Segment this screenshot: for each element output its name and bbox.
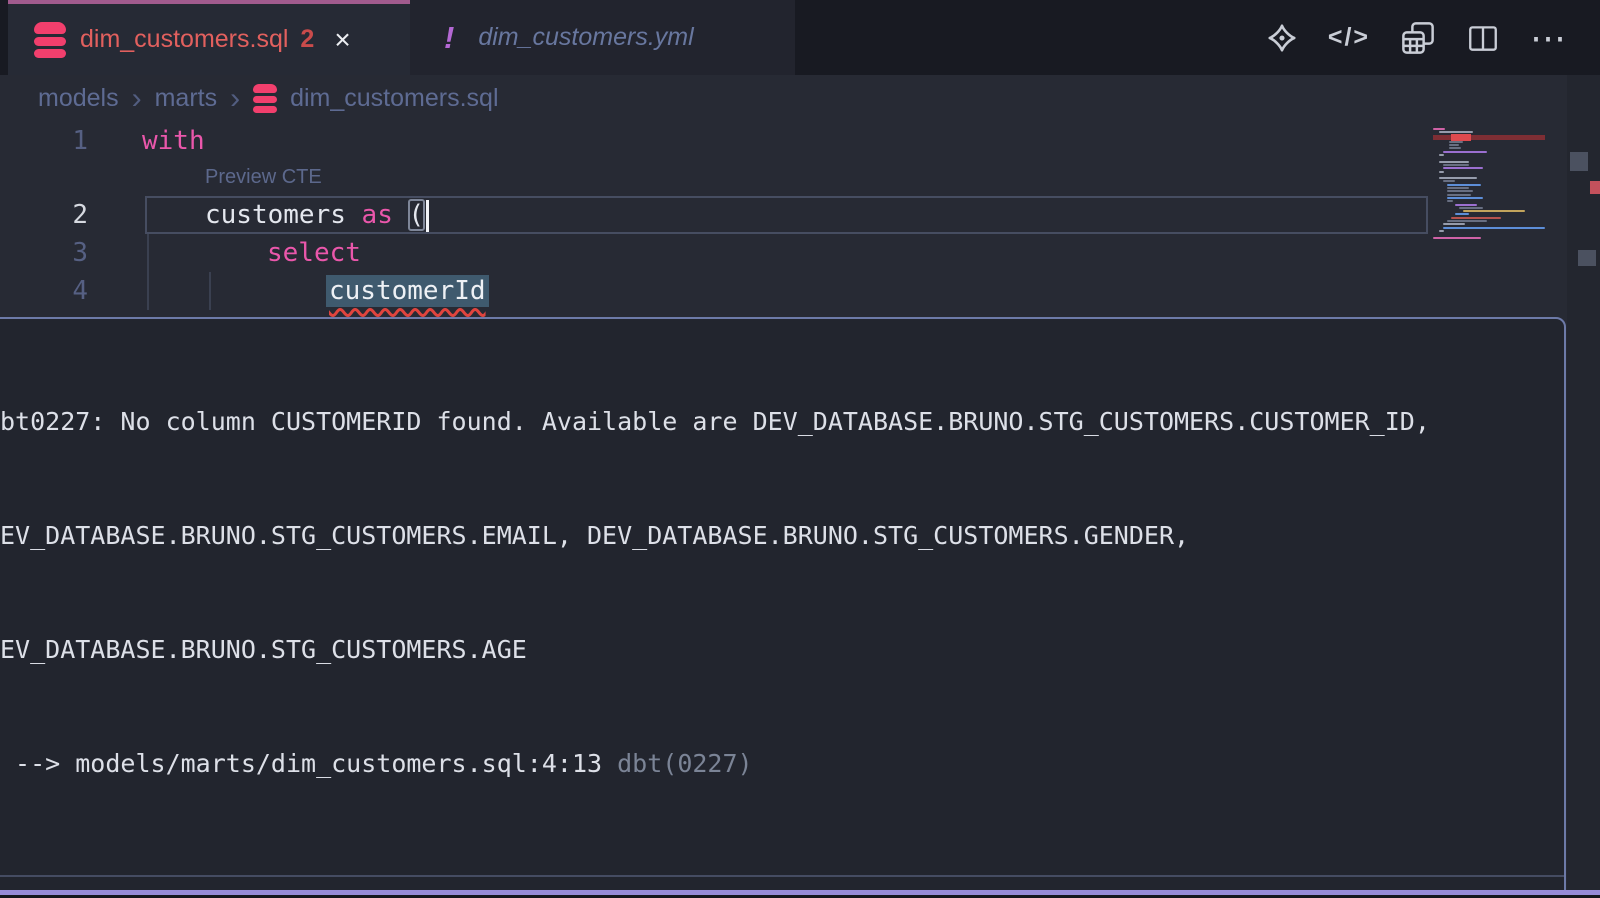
line-number[interactable]: 1 xyxy=(0,122,88,160)
error-text: bt0227: No column CUSTOMERID found. Avai… xyxy=(0,403,1548,441)
error-text: EV_DATABASE.BRUNO.STG_CUSTOMERS.AGE xyxy=(0,631,1548,669)
line-number[interactable]: 4 xyxy=(0,272,88,310)
tab-dim-customers-sql[interactable]: dim_customers.sql 2 × xyxy=(8,0,410,75)
error-location-path: --> models/marts/dim_customers.sql:4:13 xyxy=(0,749,617,778)
cte-name: customers xyxy=(205,200,362,230)
error-code: dbt(0227) xyxy=(617,749,752,778)
code-editor[interactable]: 1 with Preview CTE 2 customers as ( 3 se… xyxy=(0,122,1600,898)
tab-label: dim_customers.sql xyxy=(80,25,288,54)
code-line-3[interactable]: 3 select xyxy=(0,234,1567,272)
close-icon[interactable]: × xyxy=(334,24,350,56)
code-token: with xyxy=(142,122,205,160)
breadcrumb-item-models[interactable]: models xyxy=(38,84,119,113)
code-line-1[interactable]: 1 with xyxy=(0,122,1567,160)
bracket-match: ( xyxy=(409,200,425,230)
codelens-preview-cte[interactable]: Preview CTE xyxy=(205,162,322,192)
tab-dim-customers-yml[interactable]: ! dim_customers.yml xyxy=(410,0,795,75)
error-hover-tooltip: bt0227: No column CUSTOMERID found. Avai… xyxy=(0,317,1566,898)
exclamation-icon: ! xyxy=(444,20,454,56)
database-icon xyxy=(34,22,66,58)
code-token: select xyxy=(267,234,361,272)
database-icon xyxy=(253,84,277,113)
error-text: EV_DATABASE.BRUNO.STG_CUSTOMERS.EMAIL, D… xyxy=(0,517,1548,555)
editor-tab-bar: dim_customers.sql 2 × ! dim_customers.ym… xyxy=(0,0,1600,75)
more-actions-icon[interactable]: ⋯ xyxy=(1530,28,1566,48)
query-results-icon[interactable] xyxy=(1400,20,1436,56)
minimap-content xyxy=(1433,128,1545,239)
code-preview-icon[interactable]: </> xyxy=(1328,23,1370,52)
line-number[interactable]: 2 xyxy=(0,196,88,234)
breadcrumb-item-file[interactable]: dim_customers.sql xyxy=(290,84,498,113)
editor-actions-toolbar: </> ⋯ xyxy=(1266,0,1566,75)
code-token: customerId xyxy=(326,272,489,310)
line-number[interactable]: 3 xyxy=(0,234,88,272)
error-location: --> models/marts/dim_customers.sql:4:13 … xyxy=(0,745,1548,783)
code-line-4[interactable]: 4 customerId xyxy=(0,272,1567,310)
error-message-1: bt0227: No column CUSTOMERID found. Avai… xyxy=(0,319,1564,865)
problems-count-badge: 2 xyxy=(300,25,314,54)
breadcrumb: models › marts › dim_customers.sql xyxy=(0,75,1600,122)
minimap[interactable] xyxy=(1433,128,1545,240)
chevron-right-icon: › xyxy=(230,87,240,111)
keyword-as: as xyxy=(362,200,409,230)
chevron-right-icon: › xyxy=(132,87,142,111)
dbt-icon[interactable] xyxy=(1266,22,1298,54)
split-editor-icon[interactable] xyxy=(1466,21,1500,55)
code-token: customers as ( xyxy=(205,196,429,234)
error-identifier: customerId xyxy=(326,275,489,307)
breadcrumb-item-marts[interactable]: marts xyxy=(155,84,218,113)
vscode-window: dim_customers.sql 2 × ! dim_customers.ym… xyxy=(0,0,1600,898)
code-line-2[interactable]: 2 customers as ( xyxy=(0,196,1567,234)
tab-label: dim_customers.yml xyxy=(478,23,693,52)
overview-ruler[interactable] xyxy=(1567,75,1600,898)
text-cursor xyxy=(426,200,429,232)
